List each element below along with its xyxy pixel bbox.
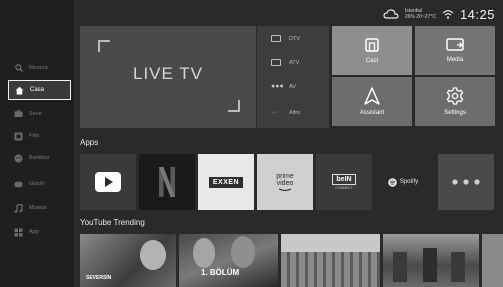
frame-corner-decoration: [228, 100, 240, 112]
video-thumbnail-figure: [231, 236, 255, 268]
media-label: Media: [446, 57, 464, 63]
trending-video-5[interactable]: [482, 234, 503, 287]
source-av[interactable]: ●●● AV: [257, 74, 329, 99]
sidebar-item-games[interactable]: Giochi: [8, 174, 72, 194]
video-thumbnail-figure: [193, 238, 215, 268]
trending-video-2[interactable]: 1. BÖLÜM: [179, 234, 278, 287]
trending-video-3[interactable]: [281, 234, 380, 287]
weather-temp: 26% 20~27°C: [404, 14, 436, 20]
app-more[interactable]: [438, 154, 494, 210]
sidebar-item-music[interactable]: Musica: [8, 198, 72, 218]
sidebar: Ricerca Casa Serie Film Bambini Giochi M…: [0, 0, 74, 287]
trending-heading: YouTube Trending: [80, 218, 145, 227]
cast-label: Cast: [365, 58, 379, 64]
sidebar-item-kids[interactable]: Bambini: [8, 148, 72, 168]
sidebar-item-label: Ricerca: [29, 65, 48, 71]
sidebar-item-label: Serie: [29, 111, 42, 117]
app-bein-connect[interactable]: beIN CONNECT: [316, 154, 372, 210]
more-dots-icon: ···: [271, 109, 278, 116]
live-tv-card[interactable]: LIVE TV: [80, 26, 256, 128]
kids-icon: [14, 154, 23, 163]
sidebar-item-label: Bambini: [29, 155, 49, 161]
more-dots-icon: [452, 179, 480, 185]
app-netflix[interactable]: [139, 154, 195, 210]
assistant-icon: [364, 87, 380, 105]
av-icon: ●●●: [271, 83, 284, 90]
spotify-logo-icon: [388, 177, 397, 187]
tv-source-icon: [271, 35, 281, 42]
bein-sub-label: CONNECT: [335, 186, 353, 190]
prime-logo-line2: video: [276, 179, 294, 187]
video-thumbnail-figure: [451, 252, 465, 282]
source-atv[interactable]: ATV: [257, 50, 329, 75]
status-bar: Istanbul 26% 20~27°C 14:25: [383, 6, 495, 22]
frame-corner-decoration: [98, 40, 110, 52]
sidebar-item-search[interactable]: Ricerca: [8, 58, 72, 78]
home-icon: [15, 86, 24, 95]
tv-source-icon: [271, 59, 281, 66]
tv-icon: [14, 110, 23, 119]
trending-video-1[interactable]: SEVERSİN: [80, 234, 176, 287]
video-thumbnail-figure: [140, 240, 166, 270]
video-thumbnail-figure: [393, 252, 407, 282]
sidebar-item-label: Giochi: [29, 181, 45, 187]
sidebar-item-label: App: [29, 229, 39, 235]
video-thumbnail-sky: [281, 234, 380, 252]
sidebar-item-home[interactable]: Casa: [8, 80, 71, 100]
prime-smile-icon: [278, 188, 292, 191]
app-spotify[interactable]: Spotify: [375, 154, 431, 210]
sidebar-item-apps[interactable]: App: [8, 222, 72, 242]
assistant-label: Assistant: [359, 110, 385, 116]
cloud-icon: [383, 9, 399, 19]
gamepad-icon: [14, 180, 23, 189]
exxen-logo: EXXEN: [208, 176, 244, 188]
youtube-logo-icon: [95, 172, 121, 192]
search-icon: [14, 64, 23, 73]
netflix-logo-icon: [159, 167, 175, 197]
source-label: ATV: [289, 59, 300, 66]
media-icon: [446, 38, 464, 51]
sidebar-item-label: Musica: [29, 205, 47, 211]
trending-video-4[interactable]: [383, 234, 479, 287]
cast-icon: [365, 38, 379, 52]
apps-icon: [14, 228, 23, 237]
settings-tile[interactable]: Settings: [415, 77, 495, 126]
prime-logo-line1: prime: [276, 172, 294, 180]
bein-logo: beIN: [332, 174, 356, 185]
sidebar-item-label: Casa: [30, 87, 45, 93]
app-exxen[interactable]: EXXEN: [198, 154, 254, 210]
assistant-tile[interactable]: Assistant: [332, 77, 412, 126]
source-list: DTV ATV ●●● AV ··· Altro: [257, 26, 329, 128]
settings-label: Settings: [444, 110, 466, 116]
source-dtv[interactable]: DTV: [257, 26, 329, 51]
app-prime-video[interactable]: prime video: [257, 154, 313, 210]
app-youtube[interactable]: [80, 154, 136, 210]
weather-info: Istanbul 26% 20~27°C: [405, 8, 436, 20]
video-thumbnail-figure: [423, 248, 437, 282]
cast-tile[interactable]: Cast: [332, 26, 412, 75]
media-tile[interactable]: Media: [415, 26, 495, 75]
music-icon: [14, 203, 23, 213]
source-label: Altro: [289, 109, 301, 116]
video-title-overlay: SEVERSİN: [86, 275, 112, 281]
source-other[interactable]: ··· Altro: [257, 100, 329, 125]
video-title-overlay: 1. BÖLÜM: [201, 268, 240, 277]
film-icon: [14, 132, 23, 141]
live-tv-title: LIVE TV: [133, 64, 203, 83]
sidebar-item-label: Film: [29, 133, 40, 139]
gear-icon: [446, 87, 464, 105]
source-label: DTV: [289, 35, 300, 42]
sidebar-item-film[interactable]: Film: [8, 126, 72, 146]
sidebar-item-series[interactable]: Serie: [8, 104, 72, 124]
source-label: AV: [289, 83, 296, 90]
wifi-icon: [442, 10, 454, 19]
clock: 14:25: [459, 6, 495, 22]
spotify-label: Spotify: [399, 179, 419, 185]
apps-heading: Apps: [80, 138, 99, 147]
